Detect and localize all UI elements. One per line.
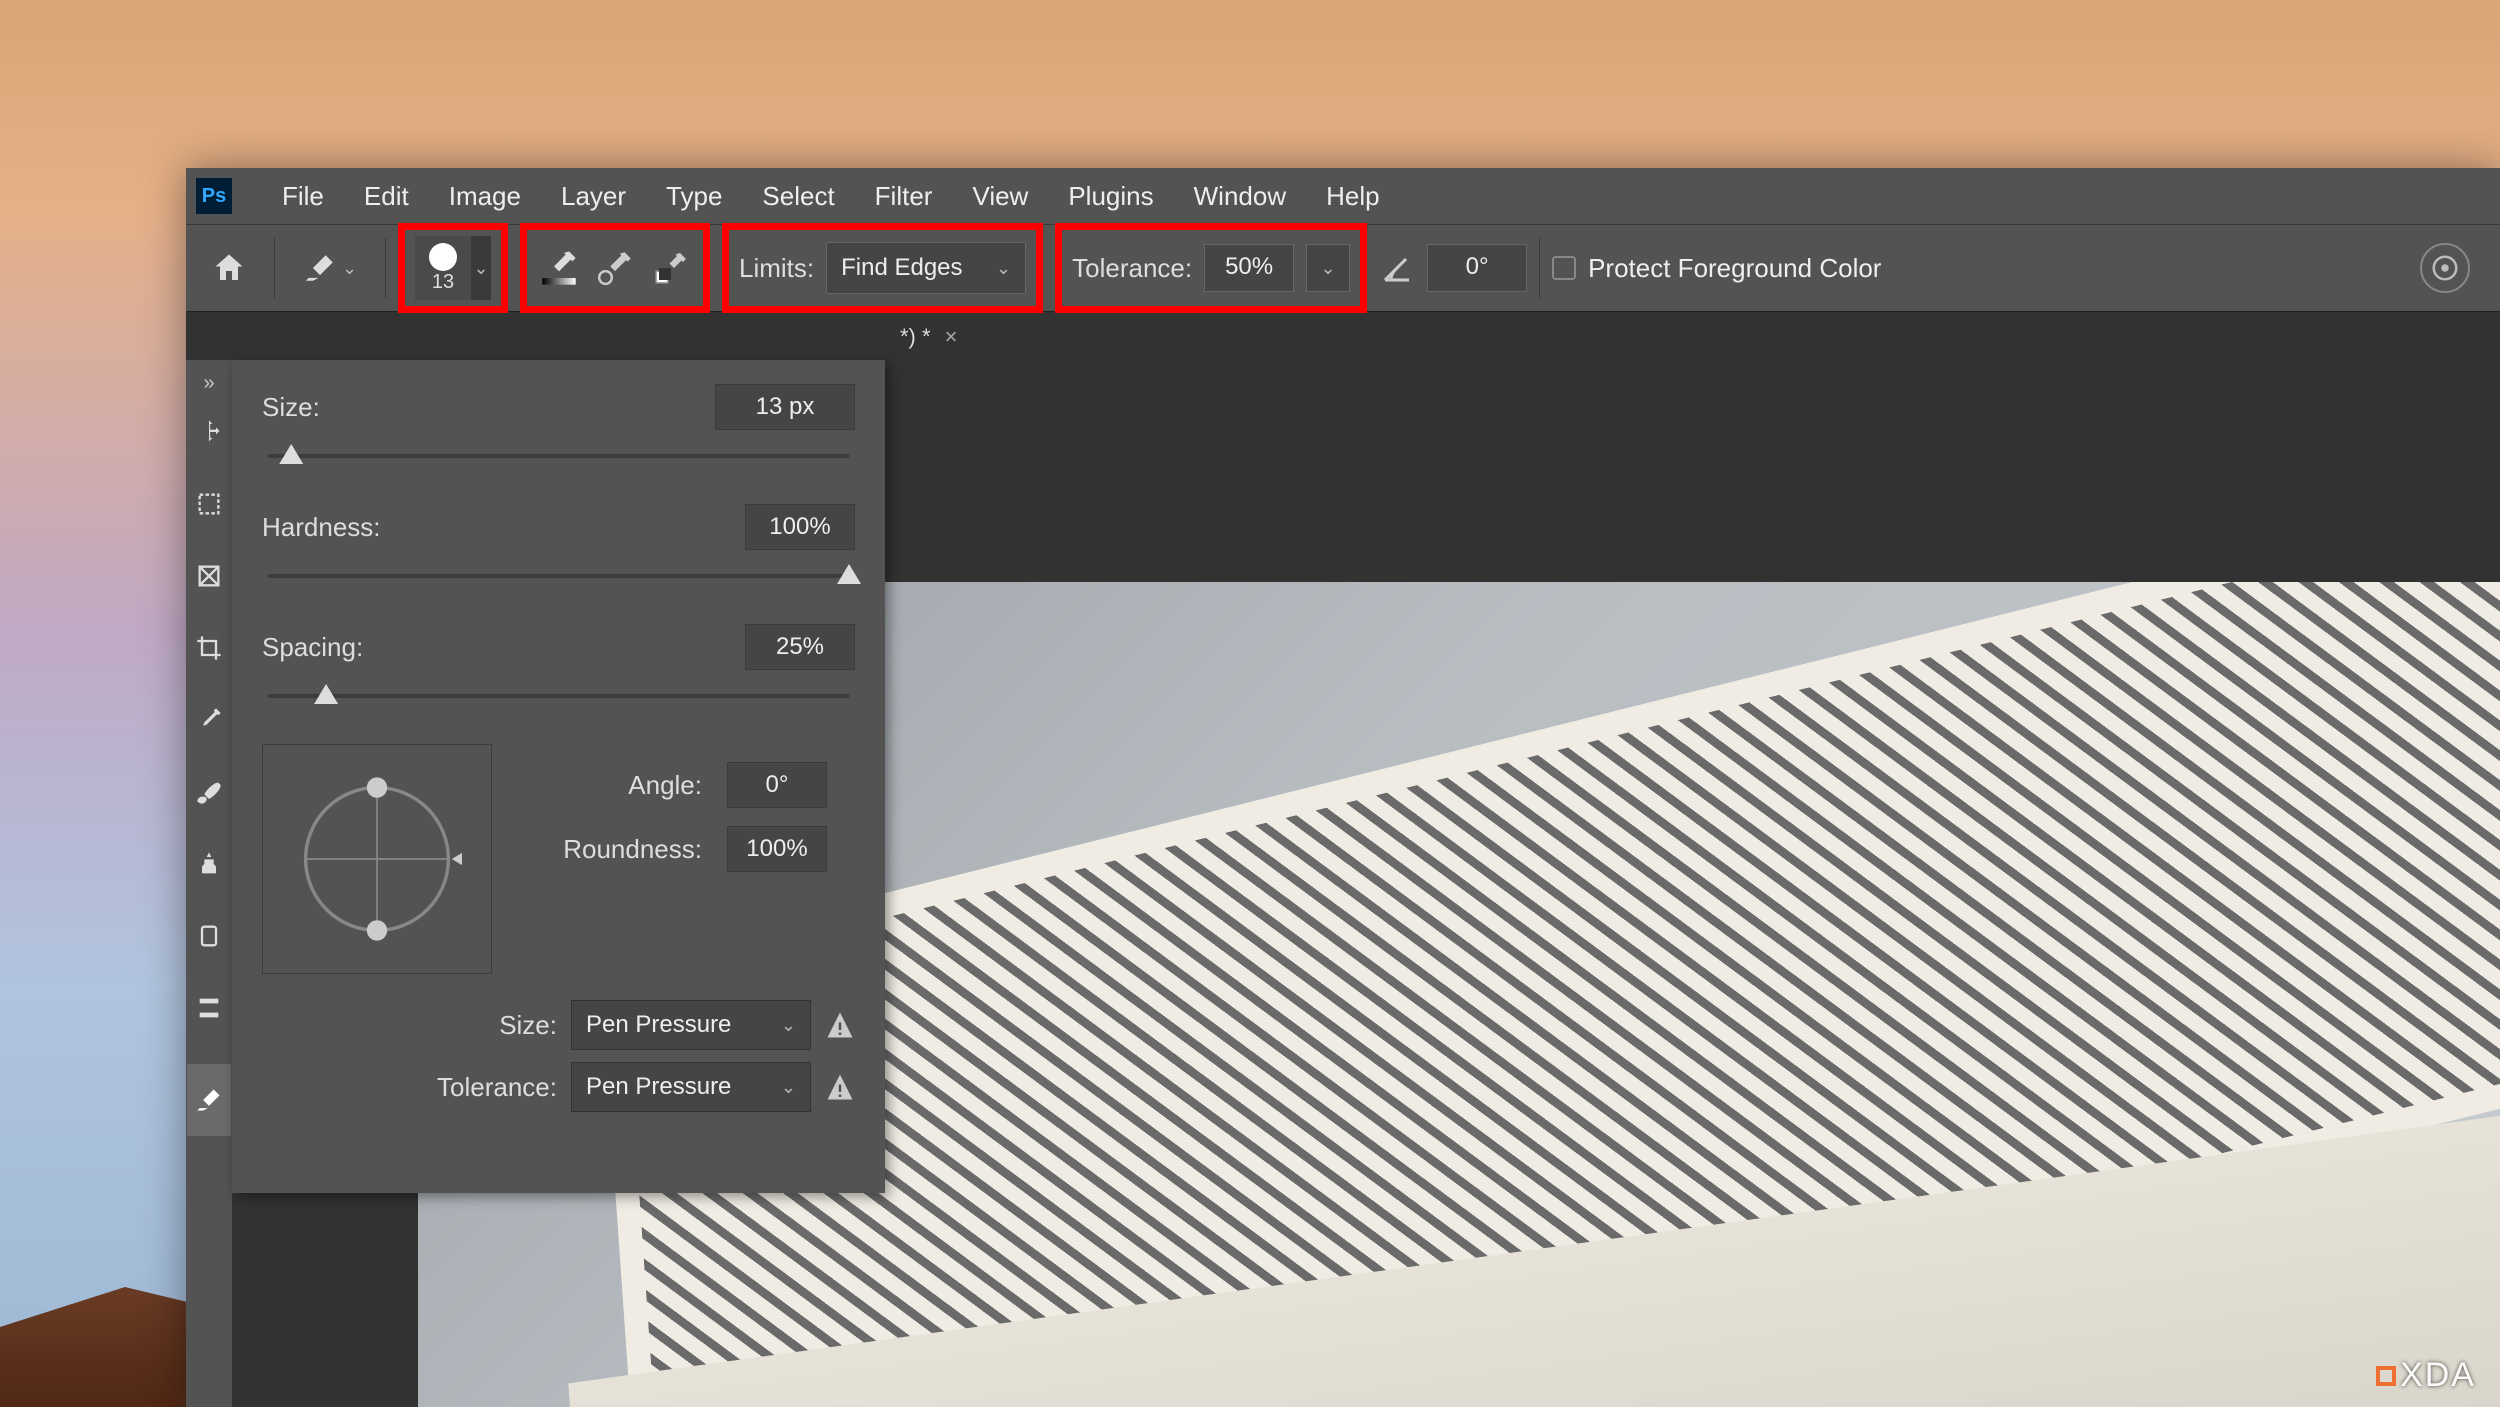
tool-crop[interactable] (187, 612, 231, 684)
document-tab-close[interactable]: × (945, 324, 958, 350)
tolerance-label: Tolerance: (1072, 253, 1192, 284)
menu-image[interactable]: Image (429, 171, 541, 222)
document-tab-label: *) * (900, 324, 931, 350)
divider (274, 238, 275, 298)
sampling-swatch-button[interactable] (649, 246, 693, 290)
checkbox-icon (1552, 256, 1576, 280)
brush-preset-chevron[interactable]: ⌄ (471, 236, 491, 300)
hardness-label: Hardness: (262, 512, 730, 543)
toolbox: » (186, 360, 232, 1407)
spacing-label: Spacing: (262, 632, 730, 663)
warning-icon (825, 1010, 855, 1040)
pressure-size-button[interactable] (2420, 243, 2470, 293)
brush-size-number: 13 (432, 271, 454, 294)
tool-eyedropper[interactable] (187, 684, 231, 756)
highlight-sampling-options (520, 223, 710, 313)
document-tab-bar: *) * × (186, 312, 2500, 362)
dyn-size-value: Pen Pressure (586, 1011, 731, 1039)
angle-wheel-icon (292, 774, 462, 944)
dyn-tolerance-value: Pen Pressure (586, 1073, 731, 1101)
tool-frame[interactable] (187, 540, 231, 612)
warning-icon (825, 1072, 855, 1102)
size-slider[interactable] (268, 440, 849, 480)
highlight-limits: Limits: Find Edges ⌄ (722, 223, 1043, 313)
size-label: Size: (262, 392, 700, 423)
sampling-continuous-button[interactable] (537, 246, 581, 290)
menu-bar: Ps File Edit Image Layer Type Select Fil… (186, 168, 2500, 224)
protect-foreground-checkbox[interactable]: Protect Foreground Color (1552, 253, 1881, 284)
menu-help[interactable]: Help (1306, 171, 1399, 222)
home-button[interactable] (196, 235, 262, 301)
limits-value: Find Edges (841, 254, 962, 282)
watermark: XDA (2376, 1356, 2476, 1395)
tool-marquee[interactable] (187, 468, 231, 540)
spacing-slider[interactable] (268, 680, 849, 720)
tolerance-dropdown[interactable]: ⌄ (1306, 244, 1350, 292)
dyn-size-label: Size: (499, 1010, 557, 1041)
size-input[interactable]: 13 px (715, 384, 855, 430)
chevron-down-icon: ⌄ (1321, 258, 1336, 279)
chevron-down-icon: ⌄ (781, 1015, 796, 1036)
chevron-down-icon: ⌄ (473, 258, 488, 279)
tool-move-partial[interactable] (187, 396, 231, 468)
tool-clone[interactable] (187, 828, 231, 900)
toolbox-expand[interactable]: » (187, 370, 231, 396)
highlight-brush-preset: 13 ⌄ (398, 223, 508, 313)
menu-layer[interactable]: Layer (541, 171, 646, 222)
divider (385, 238, 386, 298)
hardness-input[interactable]: 100% (745, 504, 855, 550)
target-icon (2430, 253, 2460, 283)
brush-preview-icon (429, 243, 457, 271)
menu-type[interactable]: Type (646, 171, 742, 222)
tool-background-eraser-active[interactable] (187, 1064, 231, 1136)
hardness-slider[interactable] (268, 560, 849, 600)
menu-file[interactable]: File (262, 171, 344, 222)
chevron-down-icon: ⌄ (996, 258, 1011, 279)
document-tab[interactable]: *) * × (886, 324, 971, 350)
dyn-size-dropdown[interactable]: Pen Pressure ⌄ (571, 1000, 811, 1050)
chevron-down-icon: ⌄ (781, 1077, 796, 1098)
limits-dropdown[interactable]: Find Edges ⌄ (826, 242, 1026, 294)
tool-preset-dropdown[interactable]: ⌄ (287, 238, 373, 298)
menu-plugins[interactable]: Plugins (1048, 171, 1173, 222)
brush-preset-picker[interactable]: 13 ⌄ (415, 236, 491, 300)
background-eraser-icon (303, 251, 337, 285)
angle-roundness-control[interactable] (262, 744, 492, 974)
limits-label: Limits: (739, 253, 814, 284)
angle-input[interactable]: 0° (1427, 244, 1527, 292)
tolerance-input[interactable]: 50% (1204, 244, 1294, 292)
eyedropper-continuous-icon (539, 248, 579, 288)
tool-generic-2[interactable] (187, 972, 231, 1044)
chevron-down-icon: ⌄ (342, 258, 357, 279)
home-icon (211, 250, 247, 286)
protect-foreground-label: Protect Foreground Color (1588, 253, 1881, 284)
angle-value-input[interactable]: 0° (727, 762, 827, 808)
spacing-input[interactable]: 25% (745, 624, 855, 670)
dyn-tolerance-label: Tolerance: (437, 1072, 557, 1103)
watermark-icon (2376, 1366, 2396, 1386)
brush-settings-panel: Size: 13 px Hardness: 100% Spacing: 25% (232, 360, 885, 1193)
menu-view[interactable]: View (952, 171, 1048, 222)
watermark-text: XDA (2400, 1356, 2476, 1395)
photoshop-logo-icon: Ps (196, 178, 232, 214)
tool-generic[interactable] (187, 900, 231, 972)
highlight-tolerance: Tolerance: 50% ⌄ (1055, 223, 1367, 313)
menu-filter[interactable]: Filter (855, 171, 953, 222)
roundness-label: Roundness: (522, 834, 702, 865)
eyedropper-swatch-icon (653, 250, 689, 286)
dyn-tolerance-dropdown[interactable]: Pen Pressure ⌄ (571, 1062, 811, 1112)
menu-select[interactable]: Select (742, 171, 854, 222)
eyedropper-once-icon (596, 249, 634, 287)
menu-window[interactable]: Window (1174, 171, 1306, 222)
angle-label: Angle: (522, 770, 702, 801)
angle-icon (1379, 250, 1415, 286)
tool-divider (187, 1136, 231, 1208)
options-bar: ⌄ 13 ⌄ (186, 224, 2500, 312)
menu-edit[interactable]: Edit (344, 171, 429, 222)
sampling-once-button[interactable] (593, 246, 637, 290)
tool-brush[interactable] (187, 756, 231, 828)
divider (1539, 238, 1540, 298)
roundness-input[interactable]: 100% (727, 826, 827, 872)
